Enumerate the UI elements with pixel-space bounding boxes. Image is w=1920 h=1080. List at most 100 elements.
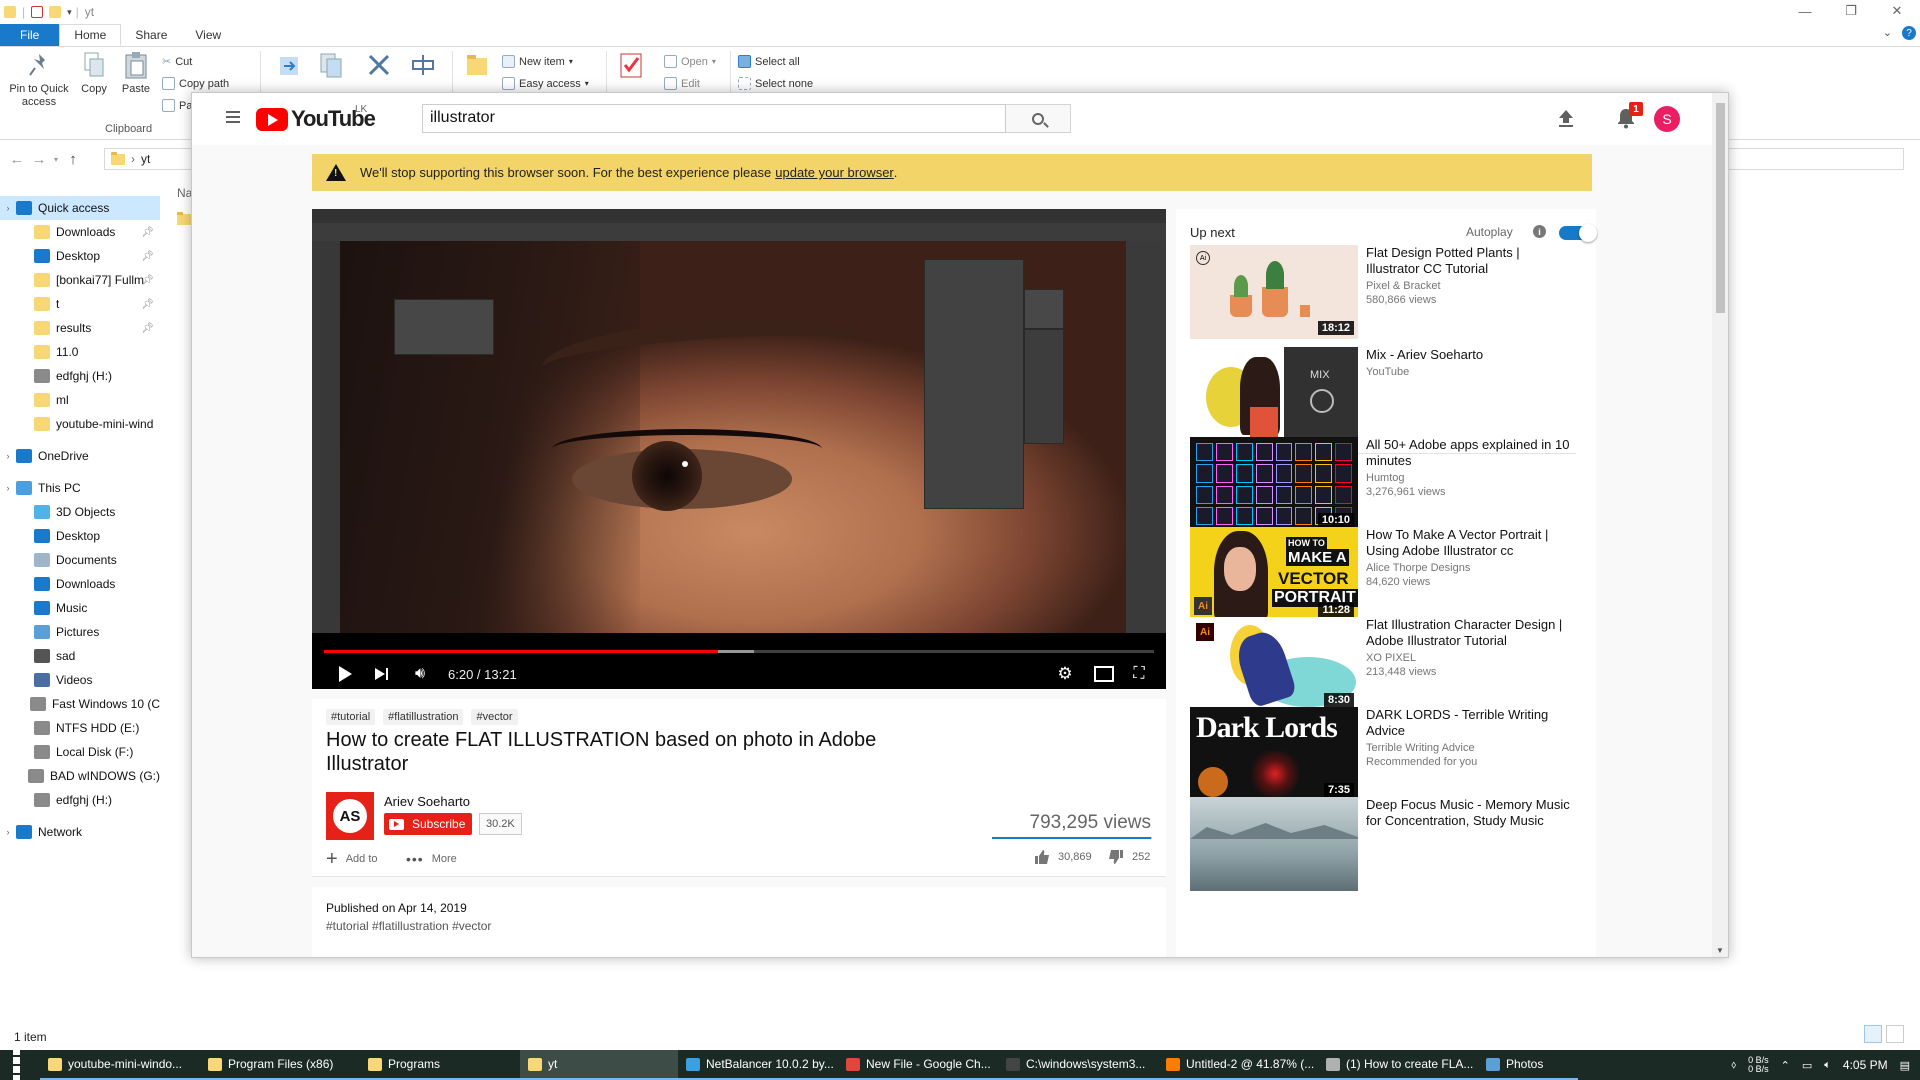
recommended-video[interactable]: Ai HOW TO MAKE A VECTOR PORTRAIT 11:28 How To …	[1190, 527, 1590, 623]
new-item-button[interactable]: New item ▾	[502, 55, 573, 68]
nav-item[interactable]: [bonkai77] Fullm 📌︎	[0, 268, 160, 292]
menu-icon[interactable]	[226, 111, 240, 126]
hashtag-link[interactable]: #tutorial	[326, 709, 376, 725]
easy-access-button[interactable]: Easy access ▾	[502, 77, 589, 90]
edit-button[interactable]: Edit	[664, 77, 700, 90]
recommended-video-title[interactable]: Mix - Ariev Soeharto	[1366, 347, 1576, 363]
recommended-video[interactable]: 10:10 All 50+ Adobe apps explained in 10 …	[1190, 437, 1590, 533]
taskbar-app[interactable]: yt	[520, 1050, 678, 1080]
nav-item[interactable]: Fast Windows 10 (C	[0, 692, 160, 716]
rename-button[interactable]	[408, 51, 438, 83]
nav-item[interactable]: › Quick access	[0, 196, 160, 220]
hashtag-link[interactable]: #flatillustration	[383, 709, 464, 725]
nav-item[interactable]: Local Disk (F:)	[0, 740, 160, 764]
play-button[interactable]	[336, 665, 354, 683]
video-thumbnail[interactable]: MIX	[1190, 347, 1358, 441]
taskbar-app[interactable]: New File - Google Ch...	[838, 1050, 998, 1080]
details-view-button[interactable]	[1864, 1025, 1882, 1043]
taskbar-app[interactable]: C:\windows\system3...	[998, 1050, 1158, 1080]
autoplay-toggle[interactable]	[1559, 224, 1597, 242]
nav-item[interactable]: Pictures	[0, 620, 160, 644]
new-folder-button[interactable]	[462, 51, 492, 83]
expand-chevron-icon[interactable]: ›	[0, 451, 16, 461]
nav-item[interactable]: results 📌︎	[0, 316, 160, 340]
nav-item[interactable]: Downloads	[0, 572, 160, 596]
recommended-video[interactable]: Ai 18:12 Flat Design Potted Plants | Illus…	[1190, 245, 1590, 341]
settings-gear-icon[interactable]: ⚙	[1056, 664, 1074, 683]
nav-item[interactable]: edfghj (H:)	[0, 788, 160, 812]
scrollbar-thumb[interactable]	[1716, 103, 1725, 313]
tab-view[interactable]: View	[181, 24, 235, 46]
large-icons-view-button[interactable]	[1886, 1025, 1904, 1043]
taskbar-app[interactable]: Photos	[1478, 1050, 1578, 1080]
recommended-video[interactable]: Deep Focus Music - Memory Music for Conc…	[1190, 797, 1590, 893]
dislike-button[interactable]: 252	[1108, 849, 1150, 865]
video-thumbnail[interactable]: Ai HOW TO MAKE A VECTOR PORTRAIT 11:28	[1190, 527, 1358, 621]
copy-button[interactable]: Copy	[76, 51, 112, 96]
nav-item[interactable]: edfghj (H:)	[0, 364, 160, 388]
nav-item[interactable]: t 📌︎	[0, 292, 160, 316]
channel-avatar[interactable]: AS	[326, 792, 374, 840]
video-thumbnail[interactable]	[1190, 797, 1358, 891]
properties-button[interactable]	[614, 51, 648, 83]
maximize-button[interactable]: ❐	[1828, 0, 1874, 22]
recommended-video[interactable]: Dark Lords 7:35 DARK LORDS - Terrible Writ…	[1190, 707, 1590, 803]
taskbar-app[interactable]: (1) How to create FLA...	[1318, 1050, 1478, 1080]
video-player[interactable]: 🔊︎ 6:20 / 13:21 ⚙ ⛶	[312, 209, 1166, 689]
recent-locations-icon[interactable]: ▾	[50, 155, 62, 164]
description-hashtags[interactable]: #tutorial #flatillustration #vector	[326, 919, 491, 933]
page-scrollbar[interactable]: ▼	[1712, 93, 1728, 957]
next-video-button[interactable]	[372, 665, 390, 683]
search-input[interactable]: illustrator	[422, 104, 1006, 133]
forward-arrow-icon[interactable]: →	[28, 151, 50, 168]
properties-icon[interactable]	[31, 6, 44, 18]
copy-to-button[interactable]	[316, 51, 346, 83]
video-progress-bar[interactable]	[324, 650, 1154, 653]
tab-file[interactable]: File	[0, 24, 60, 46]
channel-name[interactable]: Ariev Soeharto	[384, 794, 470, 809]
taskbar-app[interactable]: Programs	[360, 1050, 520, 1080]
cut-button[interactable]: ✂ Cut	[162, 55, 192, 69]
search-button[interactable]	[1006, 104, 1071, 133]
expand-chevron-icon[interactable]: ›	[0, 827, 16, 837]
tab-home[interactable]: Home	[59, 24, 122, 46]
nav-item[interactable]: sad	[0, 644, 160, 668]
like-button[interactable]: 30,869	[1034, 849, 1092, 865]
hashtag-link[interactable]: #vector	[471, 709, 518, 725]
nav-item[interactable]: 3D Objects	[0, 500, 160, 524]
subscribe-button[interactable]: Subscribe	[384, 813, 473, 835]
video-thumbnail[interactable]: 10:10	[1190, 437, 1358, 531]
pin-quick-access-button[interactable]: Pin to Quick access	[6, 51, 72, 109]
nav-item[interactable]: Desktop 📌︎	[0, 244, 160, 268]
taskbar-app[interactable]: NetBalancer 10.0.2 by...	[678, 1050, 838, 1080]
customize-toolbar-icon[interactable]: ▾	[67, 7, 72, 18]
nav-item[interactable]: Music	[0, 596, 160, 620]
copy-path-button[interactable]: Copy path	[162, 77, 229, 90]
breadcrumb-folder[interactable]: yt	[141, 152, 150, 166]
recommended-video[interactable]: MIX Mix - Ariev Soeharto YouTube	[1190, 347, 1590, 443]
upload-icon[interactable]	[1556, 107, 1576, 129]
move-to-button[interactable]	[274, 51, 304, 83]
clock[interactable]: 4:05 PM	[1843, 1058, 1888, 1072]
nav-item[interactable]: › OneDrive	[0, 444, 160, 468]
back-arrow-icon[interactable]: ←	[6, 151, 28, 168]
up-arrow-icon[interactable]: ↑	[62, 151, 84, 168]
help-icon[interactable]: ?	[1902, 26, 1916, 40]
network-icon[interactable]: ▭	[1802, 1059, 1812, 1072]
minimize-button[interactable]: —	[1782, 0, 1828, 22]
open-button[interactable]: Open ▾	[664, 55, 716, 68]
nav-item[interactable]: Videos	[0, 668, 160, 692]
expand-chevron-icon[interactable]: ›	[0, 203, 16, 213]
recommended-video-title[interactable]: Deep Focus Music - Memory Music for Conc…	[1366, 797, 1576, 829]
recommended-video-title[interactable]: All 50+ Adobe apps explained in 10 minut…	[1366, 437, 1576, 469]
paste-shortcut-button[interactable]: Pa	[162, 99, 192, 112]
expand-chevron-icon[interactable]: ›	[0, 483, 16, 493]
delete-button[interactable]	[364, 51, 394, 83]
update-browser-link[interactable]: update your browser	[775, 165, 894, 180]
nav-item[interactable]: Downloads 📌︎	[0, 220, 160, 244]
nav-item[interactable]: youtube-mini-wind	[0, 412, 160, 436]
nav-item[interactable]: Documents	[0, 548, 160, 572]
recommended-video-title[interactable]: How To Make A Vector Portrait | Using Ad…	[1366, 527, 1576, 559]
video-thumbnail[interactable]: Ai 18:12	[1190, 245, 1358, 339]
add-to-button[interactable]: + Add to	[326, 849, 378, 869]
